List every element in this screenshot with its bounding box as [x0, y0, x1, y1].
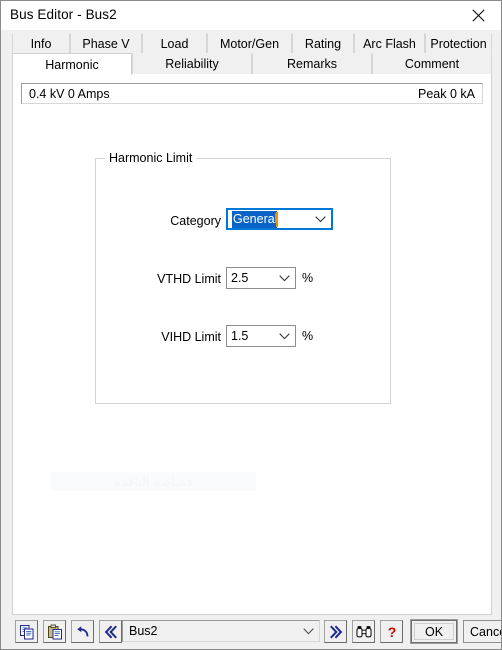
window-title: Bus Editor - Bus2: [10, 7, 117, 22]
bus-info-strip: 0.4 kV 0 Amps Peak 0 kA: [21, 83, 483, 104]
chevron-down-icon: [299, 621, 318, 641]
chevron-down-icon: [275, 326, 294, 346]
category-label: Category: [170, 214, 221, 228]
harmonic-limit-group: Harmonic Limit Category General VTHD Lim…: [95, 151, 391, 404]
tab-protection[interactable]: Protection: [425, 33, 492, 54]
paste-icon: [47, 624, 63, 640]
close-icon: [471, 9, 485, 22]
tab-strip: Info Phase V Load Motor/Gen Rating Arc F…: [12, 33, 492, 75]
bus-editor-dialog: Bus Editor - Bus2 0.4 kV 0 Amps Peak 0 k…: [0, 0, 502, 650]
dialog-client-area: 0.4 kV 0 Amps Peak 0 kA Harmonic Limit C…: [1, 30, 501, 649]
vthd-label-box: VTHD Limit: [91, 269, 221, 289]
tab-label: Remarks: [286, 57, 337, 71]
text-caret: [276, 212, 278, 227]
next-button[interactable]: [324, 620, 347, 643]
vthd-limit-label: VTHD Limit: [157, 272, 221, 286]
vihd-label-box: VIHD Limit: [91, 327, 221, 347]
copy-button[interactable]: [15, 620, 38, 643]
tab-content-panel: 0.4 kV 0 Amps Peak 0 kA Harmonic Limit C…: [12, 74, 492, 615]
vthd-limit-value: 2.5: [231, 271, 249, 285]
find-button[interactable]: [352, 620, 375, 643]
cancel-button[interactable]: Cancel: [463, 620, 501, 643]
vthd-limit-combobox[interactable]: 2.5: [226, 267, 296, 289]
tab-phase-v[interactable]: Phase V: [70, 33, 142, 54]
binoculars-icon: [355, 625, 372, 639]
help-button[interactable]: ?: [380, 620, 403, 643]
tab-harmonic[interactable]: Harmonic: [12, 53, 132, 75]
chevron-double-right-icon: [328, 624, 344, 640]
bus-peak-value: Peak 0 kA: [418, 87, 475, 101]
tab-reliability[interactable]: Reliability: [132, 53, 252, 74]
tab-remarks[interactable]: Remarks: [252, 53, 372, 74]
bus-selector-combobox[interactable]: Bus2: [122, 620, 320, 642]
tab-label: Reliability: [165, 57, 219, 71]
tab-motor-gen[interactable]: Motor/Gen: [207, 33, 292, 54]
tab-label: Load: [160, 37, 189, 51]
tab-label: Protection: [430, 37, 487, 51]
bus-selector-value: Bus2: [129, 624, 158, 638]
tab-rating[interactable]: Rating: [292, 33, 354, 54]
vihd-unit: %: [302, 329, 314, 343]
svg-text:?: ?: [387, 624, 396, 640]
vihd-limit-label: VIHD Limit: [161, 330, 221, 344]
tab-comment[interactable]: Comment: [372, 53, 492, 74]
tab-label: Harmonic: [45, 57, 99, 72]
chevron-down-icon: [311, 210, 330, 228]
vihd-limit-combobox[interactable]: 1.5: [226, 325, 296, 347]
category-combobox[interactable]: General: [226, 208, 333, 230]
title-bar: Bus Editor - Bus2: [1, 1, 501, 30]
category-label-box: Category: [91, 211, 221, 231]
previous-button[interactable]: [99, 620, 122, 643]
cancel-button-label: Cancel: [470, 624, 501, 639]
dialog-footer: Bus2 ? OK Canc: [7, 620, 501, 643]
ok-button[interactable]: OK: [411, 620, 457, 643]
tab-label: Info: [30, 37, 52, 51]
tab-label: Phase V: [82, 37, 130, 51]
tab-arc-flash[interactable]: Arc Flash: [354, 33, 425, 54]
tab-label: Rating: [304, 37, 342, 51]
chevron-down-icon: [275, 268, 294, 288]
tab-row-primary: Info Phase V Load Motor/Gen Rating Arc F…: [12, 33, 492, 54]
category-value: General: [232, 210, 278, 228]
vthd-unit: %: [302, 271, 314, 285]
tab-info[interactable]: Info: [12, 33, 70, 54]
harmonic-limit-group-title: Harmonic Limit: [105, 151, 197, 165]
tab-row-secondary: Harmonic Reliability Remarks Comment: [12, 53, 492, 75]
tab-label: Arc Flash: [363, 37, 416, 51]
copy-icon: [19, 624, 35, 640]
paste-button[interactable]: [43, 620, 66, 643]
undo-icon: [75, 625, 91, 639]
question-mark-icon: ?: [384, 624, 400, 640]
ok-button-label: OK: [414, 623, 454, 640]
vihd-limit-value: 1.5: [231, 329, 249, 343]
close-button[interactable]: [455, 1, 501, 30]
tab-label: Motor/Gen: [219, 37, 280, 51]
bus-voltage-current: 0.4 kV 0 Amps: [29, 87, 110, 101]
tab-label: Comment: [404, 57, 460, 71]
tab-load[interactable]: Load: [142, 33, 207, 54]
window-snip-watermark: قصاصة النافذة: [51, 472, 256, 491]
chevron-double-left-icon: [103, 624, 119, 640]
undo-button[interactable]: [71, 620, 94, 643]
